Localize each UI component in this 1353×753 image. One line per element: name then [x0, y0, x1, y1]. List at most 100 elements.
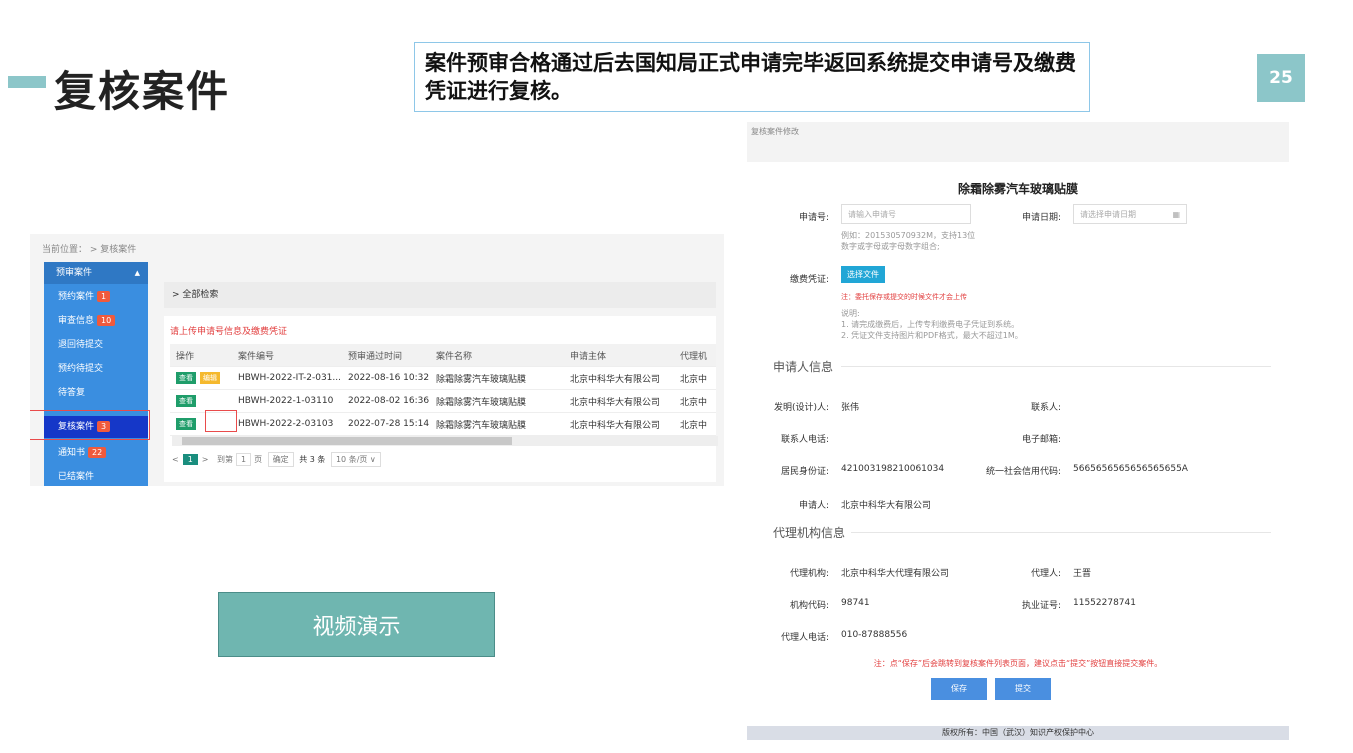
fee-label: 缴费凭证:	[789, 275, 829, 285]
inventor-label: 发明(设计)人:	[773, 403, 829, 413]
case-table: 操作 案件编号 预审通过时间 案件名称 申请主体 代理机 查看 编辑 HBWH-2…	[170, 344, 716, 436]
edit-highlight-box	[205, 410, 237, 432]
sidebar-item-closed[interactable]: 已结案件	[44, 466, 148, 486]
applicant-label: 申请人:	[798, 501, 829, 511]
table-row: 查看 编辑 HBWH-2022-IT-2-031... 2022-08-16 10…	[170, 366, 716, 390]
sidebar-item-label: 已结案件	[58, 472, 95, 482]
choose-file-button[interactable]: 选择文件	[841, 266, 885, 283]
sidebar-item-returned[interactable]: 退回待提交	[44, 334, 148, 356]
email-label: 电子邮箱:	[1021, 435, 1061, 445]
section-divider	[851, 532, 1271, 533]
breadcrumb: 当前位置： > 复核案件	[42, 245, 137, 255]
table-row: 查看 HBWH-2022-1-03110 2022-08-02 16:36 除霜…	[170, 389, 716, 413]
sidebar-item-label: 退回待提交	[58, 340, 104, 350]
app-no-label: 申请号:	[798, 213, 829, 223]
page-unit: 页	[254, 455, 263, 464]
video-demo-button[interactable]: 视频演示	[218, 592, 495, 657]
next-page-button[interactable]: >	[202, 455, 209, 464]
table-cell: 北京中科华大有限公司	[564, 412, 674, 436]
table-cell: 2022-08-02 16:36	[342, 389, 430, 413]
agency-section-title: 代理机构信息	[773, 526, 846, 540]
table-cell: 除霜除雾汽车玻璃贴膜	[430, 389, 564, 413]
license-label: 执业证号:	[1021, 601, 1061, 611]
confirm-button[interactable]: 确定	[267, 452, 294, 467]
app-no-hint: 例如：201530570932M，支持13位数字或字母或字母数字组合;	[841, 231, 976, 251]
agency-label: 代理机构:	[789, 569, 829, 579]
horizontal-scrollbar[interactable]	[172, 436, 718, 446]
column-header: 案件编号	[232, 344, 342, 367]
section-divider	[841, 366, 1271, 367]
breadcrumb: 复核案件修改	[751, 127, 799, 136]
highlight-box	[30, 410, 150, 440]
table-cell: 北京中科华大有限公司	[564, 366, 674, 390]
sidebar-item-label: 预审案件	[56, 268, 93, 278]
sidebar-item-await-reply[interactable]: 待答复	[44, 382, 148, 404]
table-header-row: 操作 案件编号 预审通过时间 案件名称 申请主体 代理机	[170, 344, 716, 367]
table-cell: HBWH-2022-1-03110	[232, 389, 342, 413]
app-date-input[interactable]: 请选择申请日期 ▦	[1073, 204, 1187, 224]
sidebar-item-prereview[interactable]: 预审案件 ▲	[44, 262, 148, 284]
contact-phone-label: 联系人电话:	[780, 435, 829, 445]
page-size-select[interactable]: 10 条/页 ∨	[330, 452, 381, 467]
fee-warning: 注：委托保存或提交的时候文件才会上传	[841, 293, 967, 301]
id-label: 居民身份证:	[780, 467, 829, 477]
table-cell: 除霜除雾汽车玻璃贴膜	[430, 366, 564, 390]
view-button[interactable]: 查看	[176, 372, 196, 384]
view-button[interactable]: 查看	[176, 418, 196, 430]
credit-code-label: 统一社会信用代码:	[985, 467, 1061, 477]
column-header: 代理机	[674, 344, 716, 367]
table-cell: HBWH-2022-IT-2-031...	[232, 366, 342, 390]
table-panel: 请上传申请号信息及缴费凭证 操作 案件编号 预审通过时间 案件名称 申请主体 代…	[164, 316, 718, 482]
search-toggle[interactable]: > 全部检索	[164, 282, 716, 308]
sidebar-item-label: 预约案件	[58, 292, 95, 302]
table-cell: 北京中	[674, 412, 716, 436]
save-button[interactable]: 保存	[931, 678, 987, 700]
agency-value: 北京中科华大代理有限公司	[841, 569, 950, 579]
table-cell: 北京中科华大有限公司	[564, 389, 674, 413]
app-date-placeholder: 请选择申请日期	[1080, 210, 1136, 219]
contact-label: 联系人:	[1030, 403, 1061, 413]
sidebar-item-label: 通知书	[58, 448, 86, 458]
total-count: 共 3 条	[299, 455, 326, 464]
app-no-input[interactable]: 请输入申请号	[841, 204, 971, 224]
prev-page-button[interactable]: <	[172, 455, 179, 464]
license-value: 11552278741	[1073, 598, 1136, 608]
table-row: 查看 HBWH-2022-2-03103 2022-07-28 15:14 除霜…	[170, 412, 716, 436]
sidebar-item-reserved[interactable]: 预约案件 1	[44, 286, 148, 308]
main-content: > 全部检索 请上传申请号信息及缴费凭证 操作 案件编号 预审通过时间 案件名称…	[156, 268, 718, 484]
agent-phone-label: 代理人电话:	[780, 633, 829, 643]
goto-label: 到第	[217, 455, 234, 464]
save-note: 注：点“保存”后会跳转到复核案件列表页面，建议点击“提交”按钮直接提交案件。	[873, 659, 1163, 668]
chevron-up-icon: ▲	[134, 269, 140, 277]
agent-label: 代理人:	[1030, 569, 1061, 579]
table-cell: 除霜除雾汽车玻璃贴膜	[430, 412, 564, 436]
org-code-label: 机构代码:	[789, 601, 829, 611]
credit-code-value: 5665656565656565655A	[1073, 464, 1188, 474]
org-code-value: 98741	[841, 598, 870, 608]
view-button[interactable]: 查看	[176, 395, 196, 407]
table-cell: 2022-07-28 15:14	[342, 412, 430, 436]
applicant-value: 北京中科华大有限公司	[841, 501, 932, 511]
fee-notes: 说明: 1. 请完成缴费后，上传专利缴费电子凭证到系统。 2. 凭证文件支持图片…	[841, 309, 1023, 340]
sidebar-item-reserve-pending[interactable]: 预约待提交	[44, 358, 148, 380]
agent-value: 王晋	[1073, 569, 1092, 579]
column-header: 操作	[170, 344, 232, 367]
scrollbar-thumb[interactable]	[182, 437, 512, 445]
recheck-form-screenshot: 复核案件修改 除霜除雾汽车玻璃贴膜 申请号: 请输入申请号 申请日期: 请选择申…	[747, 122, 1289, 740]
app-date-label: 申请日期:	[1021, 213, 1061, 223]
title-accent-bar	[8, 76, 46, 88]
sidebar-item-notices[interactable]: 通知书 22	[44, 442, 148, 464]
sidebar: 预审案件 ▲ 预约案件 1 审查信息 10 退回待提交 预约待提交 待答复 复核案件…	[44, 262, 148, 486]
sidebar-item-review-info[interactable]: 审查信息 10	[44, 310, 148, 332]
count-badge: 22	[88, 447, 107, 458]
table-cell: 北京中	[674, 366, 716, 390]
submit-button[interactable]: 提交	[995, 678, 1051, 700]
column-header: 预审通过时间	[342, 344, 430, 367]
page-input[interactable]: 1	[236, 453, 252, 466]
column-header: 案件名称	[430, 344, 564, 367]
slide-title: 复核案件	[54, 67, 231, 116]
current-page[interactable]: 1	[182, 454, 198, 465]
edit-button[interactable]: 编辑	[200, 372, 220, 384]
table-cell: 北京中	[674, 389, 716, 413]
form-card: 除霜除雾汽车玻璃贴膜 申请号: 请输入申请号 申请日期: 请选择申请日期 ▦ 例…	[747, 162, 1289, 726]
